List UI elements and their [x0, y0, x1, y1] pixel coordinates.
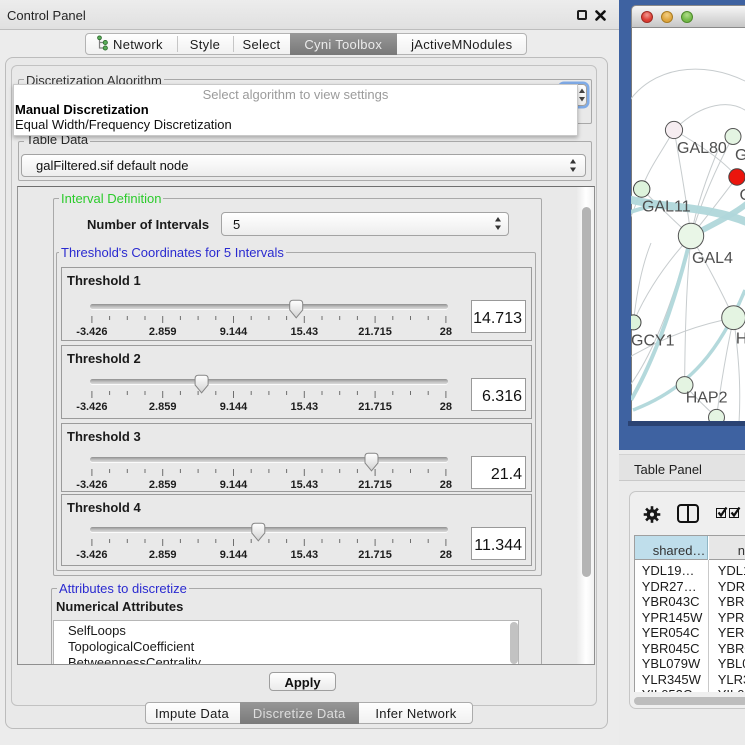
- svg-text:HAP2: HAP2: [686, 390, 728, 407]
- svg-text:GAL80: GAL80: [677, 140, 727, 157]
- svg-text:GCY1: GCY1: [631, 333, 675, 350]
- svg-text:GA: GA: [735, 147, 745, 164]
- svg-text:C: C: [740, 187, 745, 204]
- svg-text:GAL11: GAL11: [642, 199, 691, 216]
- svg-text:GAL4: GAL4: [692, 250, 733, 267]
- svg-text:H: H: [736, 331, 745, 348]
